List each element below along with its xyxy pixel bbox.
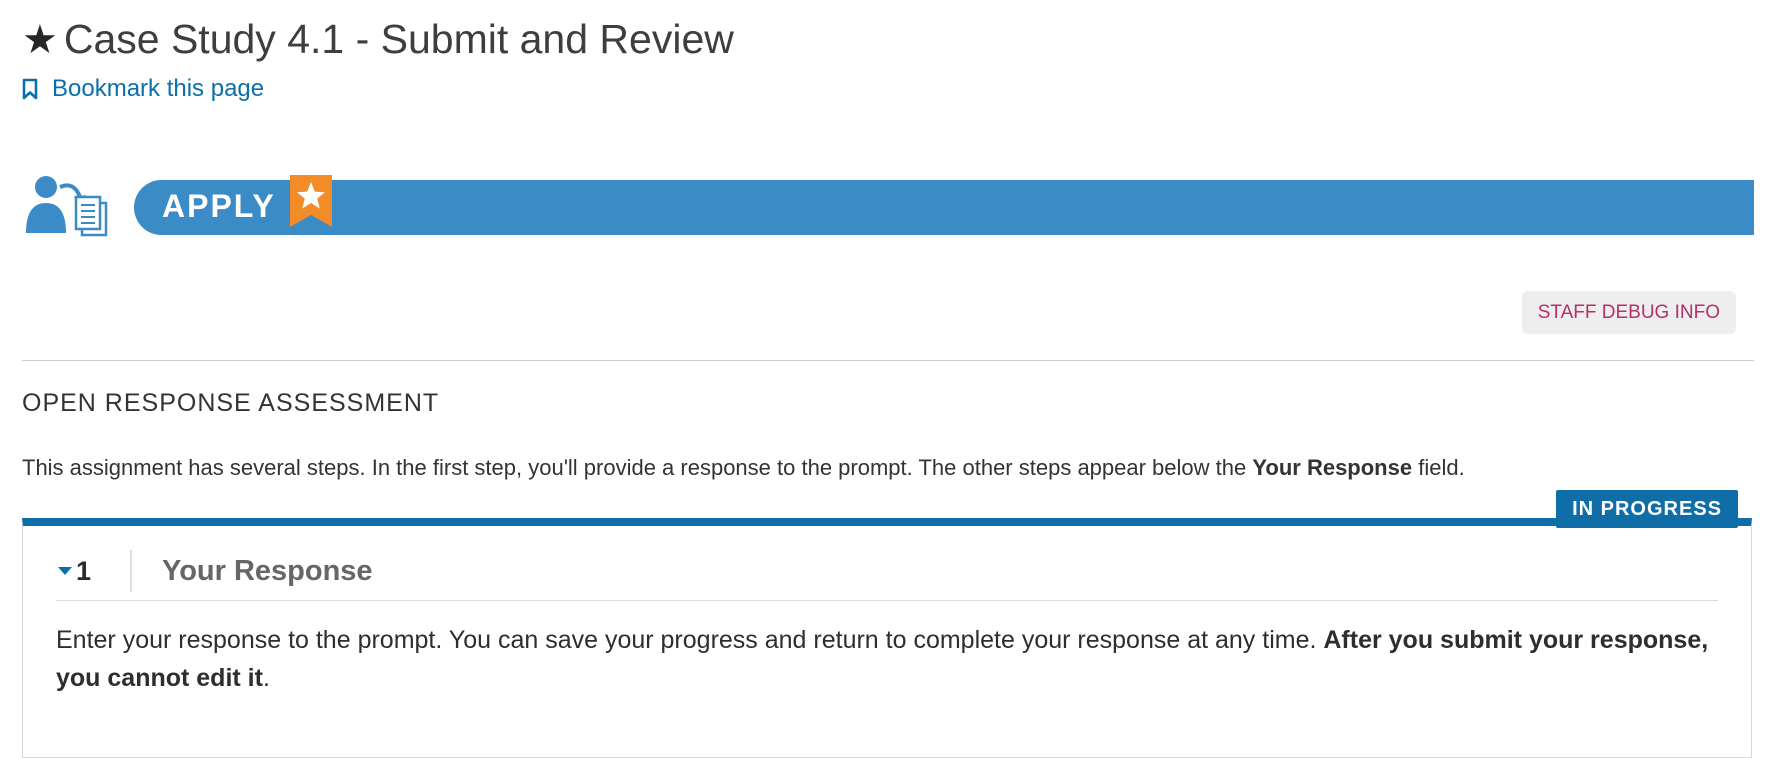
apply-bar: APPLY bbox=[134, 175, 1754, 235]
intro-bold: Your Response bbox=[1252, 455, 1413, 480]
intro-tail: field. bbox=[1412, 455, 1465, 480]
star-badge-icon bbox=[290, 175, 332, 227]
apply-icon bbox=[26, 176, 108, 237]
divider bbox=[22, 360, 1754, 361]
star-icon: ★ bbox=[22, 18, 58, 62]
step-number: 1 bbox=[76, 555, 92, 586]
status-badge: IN PROGRESS bbox=[1556, 490, 1738, 528]
caret-down-icon bbox=[58, 567, 72, 575]
section-heading: OPEN RESPONSE ASSESSMENT bbox=[22, 389, 440, 417]
bookmark-icon bbox=[22, 78, 38, 100]
step-header: 1 Your Response bbox=[56, 542, 1718, 601]
apply-label: APPLY bbox=[162, 188, 276, 224]
assessment-intro: This assignment has several steps. In th… bbox=[22, 455, 1465, 481]
page-title-text: Case Study 4.1 - Submit and Review bbox=[63, 16, 734, 62]
intro-text: This assignment has several steps. In th… bbox=[22, 455, 1253, 480]
step-title: Your Response bbox=[162, 554, 373, 587]
step-toggle[interactable]: 1 bbox=[56, 550, 132, 592]
step-desc-text: Enter your response to the prompt. You c… bbox=[56, 626, 1324, 654]
response-step: 1 Your Response Enter your response to t… bbox=[22, 518, 1752, 758]
bookmark-link[interactable]: Bookmark this page bbox=[22, 75, 264, 103]
page-title: ★ Case Study 4.1 - Submit and Review bbox=[22, 16, 734, 63]
staff-debug-info-button[interactable]: STAFF DEBUG INFO bbox=[1521, 291, 1736, 334]
step-description: Enter your response to the prompt. You c… bbox=[56, 621, 1716, 697]
step-desc-tail: . bbox=[262, 664, 270, 692]
apply-banner: APPLY bbox=[24, 175, 1754, 240]
bookmark-label: Bookmark this page bbox=[52, 75, 265, 102]
